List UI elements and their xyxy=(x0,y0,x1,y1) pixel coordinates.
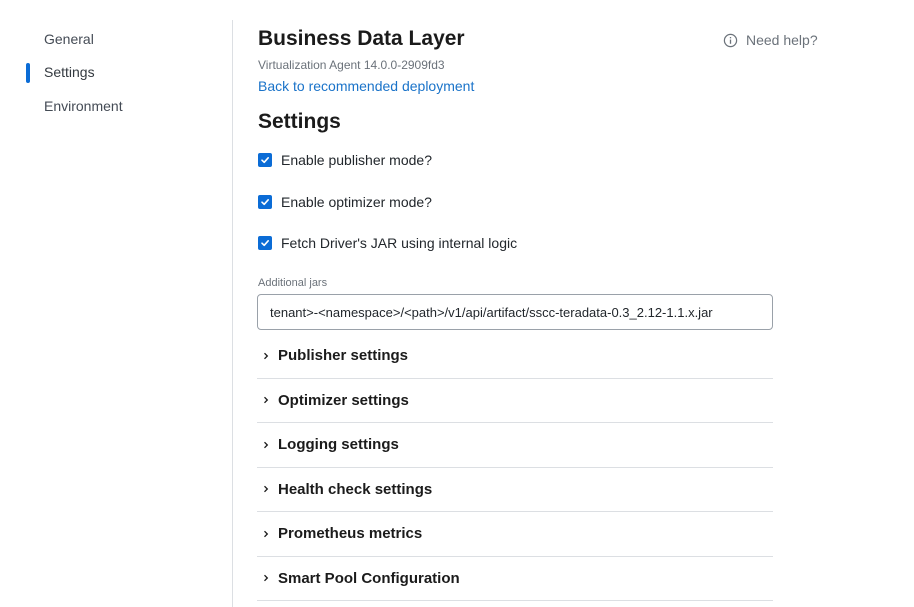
health-check-settings-section[interactable]: Health check settings xyxy=(257,468,773,512)
publisher-mode-option: Enable publisher mode? xyxy=(258,152,432,168)
publisher-mode-label: Enable publisher mode? xyxy=(281,152,432,168)
optimizer-settings-section[interactable]: Optimizer settings xyxy=(257,379,773,423)
page-title: Business Data Layer xyxy=(258,27,465,50)
additional-jars-label: Additional jars xyxy=(258,277,328,289)
need-help-link[interactable]: Need help? xyxy=(723,32,818,48)
optimizer-mode-label: Enable optimizer mode? xyxy=(281,194,432,210)
publisher-settings-section[interactable]: Publisher settings xyxy=(257,334,773,379)
logging-settings-section[interactable]: Logging settings xyxy=(257,423,773,468)
sidebar-item-general[interactable]: General xyxy=(44,31,94,47)
need-help-label: Need help? xyxy=(746,32,818,48)
settings-sections: Publisher settings Optimizer settings Lo… xyxy=(257,334,773,601)
sidebar-divider xyxy=(232,20,233,607)
sidebar: General Settings Environment xyxy=(0,0,232,607)
publisher-mode-checkbox[interactable] xyxy=(258,153,272,167)
section-label: Health check settings xyxy=(278,480,433,498)
section-label: Prometheus metrics xyxy=(278,525,423,543)
section-label: Publisher settings xyxy=(278,347,409,365)
check-icon xyxy=(261,157,269,164)
prometheus-metrics-section[interactable]: Prometheus metrics xyxy=(257,512,773,557)
chevron-right-icon xyxy=(260,485,272,493)
optimizer-mode-option: Enable optimizer mode? xyxy=(258,194,432,210)
chevron-right-icon xyxy=(260,352,272,360)
active-nav-indicator xyxy=(26,63,30,83)
check-icon xyxy=(261,240,269,247)
fetch-driver-jar-label: Fetch Driver's JAR using internal logic xyxy=(281,235,518,251)
chevron-right-icon xyxy=(260,530,272,538)
smart-pool-configuration-section[interactable]: Smart Pool Configuration xyxy=(257,557,773,601)
settings-title: Settings xyxy=(258,110,341,133)
agent-version: Virtualization Agent 14.0.0-2909fd3 xyxy=(258,58,445,72)
section-label: Logging settings xyxy=(278,436,399,454)
additional-jars-input[interactable] xyxy=(257,294,773,330)
section-label: Smart Pool Configuration xyxy=(278,569,460,587)
chevron-right-icon xyxy=(260,574,272,582)
info-icon xyxy=(723,33,738,48)
fetch-driver-jar-option: Fetch Driver's JAR using internal logic xyxy=(258,235,517,251)
sidebar-item-settings[interactable]: Settings xyxy=(44,64,95,80)
optimizer-mode-checkbox[interactable] xyxy=(258,195,272,209)
back-to-recommended-link[interactable]: Back to recommended deployment xyxy=(258,78,474,94)
section-label: Optimizer settings xyxy=(278,391,409,409)
chevron-right-icon xyxy=(260,441,272,449)
sidebar-item-environment[interactable]: Environment xyxy=(44,98,123,114)
check-icon xyxy=(261,199,269,206)
chevron-right-icon xyxy=(260,396,272,404)
fetch-driver-jar-checkbox[interactable] xyxy=(258,236,272,250)
